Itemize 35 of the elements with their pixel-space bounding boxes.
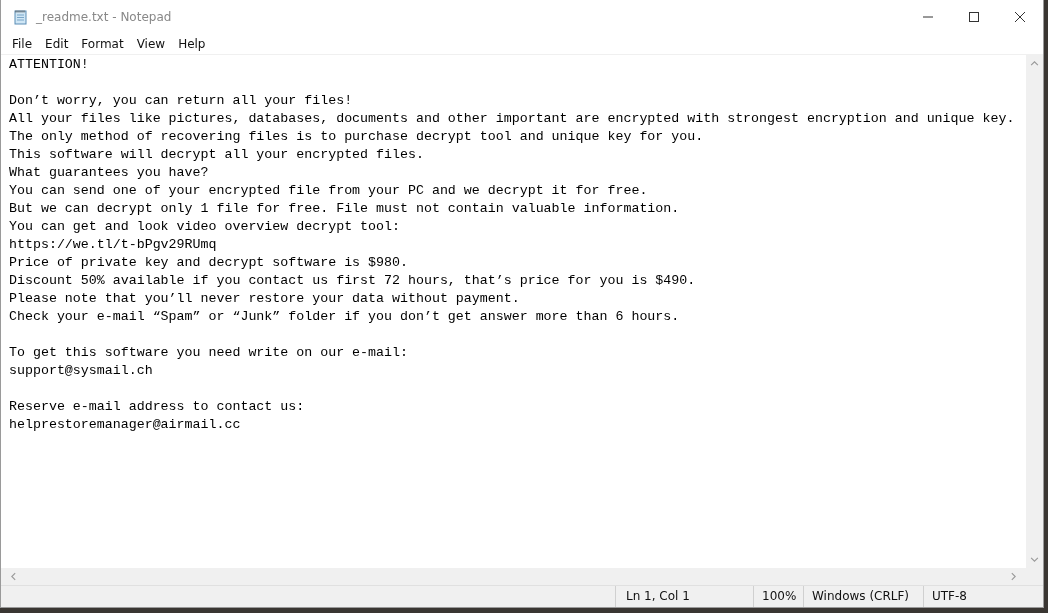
text-line: Reserve e-mail address to contact us: (9, 398, 305, 416)
scroll-right-icon[interactable] (1009, 572, 1018, 581)
text-line: But we can decrypt only 1 file for free. File must not contain valuable information. (9, 200, 680, 218)
maximize-icon (968, 10, 980, 23)
text-line: You can get and look video overview decrypt tool: (9, 218, 400, 236)
text-line: What guarantees you have? (9, 164, 209, 182)
cursor-position: Ln 1, Col 1 (615, 586, 753, 607)
text-line: This software will decrypt all your encrypted files. (9, 146, 424, 164)
menu-item[interactable]: Format (74, 36, 130, 51)
text-line: support@sysmail.ch (9, 362, 153, 380)
menu-item[interactable]: File (5, 36, 39, 51)
scroll-left-icon[interactable] (9, 572, 18, 581)
text-line: Price of private key and decrypt software is $980. (9, 254, 408, 272)
close-icon (1014, 10, 1026, 23)
text-line: Don’t worry, you can return all your files! (9, 92, 353, 110)
encoding: UTF-8 (923, 586, 1043, 607)
text-line: All your files like pictures, databases, documents and other important are encrypted with strongest encryption and unique key. (9, 110, 1015, 128)
notepad-icon (13, 8, 29, 25)
text-line: You can send one of your encrypted file from your PC and we decrypt it for free. (9, 182, 648, 200)
text-line: Check your e-mail “Spam” or “Junk” folder if you don’t get answer more than 6 hours. (9, 308, 680, 326)
line-endings: Windows (CRLF) (803, 586, 923, 607)
text-line: helprestoremanager@airmail.cc (9, 416, 241, 434)
text-line: Please note that you’ll never restore your data without payment. (9, 290, 520, 308)
text-line: Discount 50% available if you contact us first 72 hours, that’s price for you is $490. (9, 272, 696, 290)
text-line: ATTENTION! (9, 56, 89, 74)
menu-item[interactable]: Help (171, 36, 212, 51)
menu-item[interactable]: View (129, 36, 172, 51)
window-title: _readme.txt - Notepad (36, 9, 172, 24)
text-line: To get this software you need write on our e-mail: (9, 344, 408, 362)
scroll-down-icon[interactable] (1030, 555, 1039, 564)
zoom-level: 100% (753, 586, 803, 607)
menu-item[interactable]: Edit (38, 36, 75, 51)
text-line: https://we.tl/t-bPgv29RUmq (9, 236, 217, 254)
text-line: The only method of recovering files is to purchase decrypt tool and unique key for you. (9, 128, 704, 146)
scroll-up-icon[interactable] (1030, 59, 1039, 68)
